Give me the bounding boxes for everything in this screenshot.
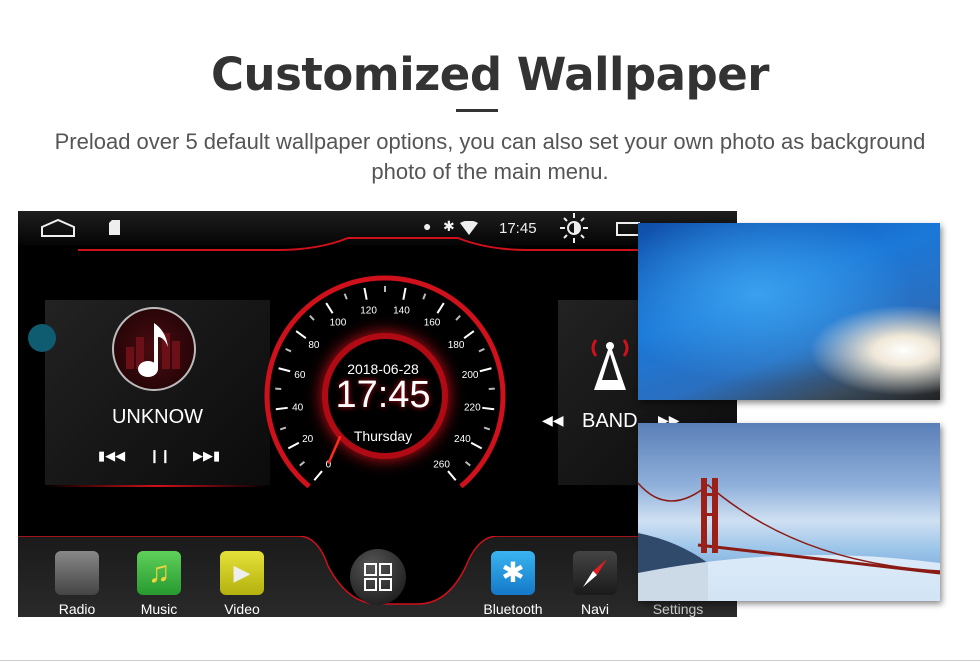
- app-label: Settings: [652, 601, 704, 617]
- page-title: Customized Wallpaper: [211, 48, 769, 101]
- gauge-label: 180: [448, 340, 465, 351]
- radio-icon: [55, 551, 99, 595]
- gauge-tick: [299, 460, 306, 467]
- app-label: Bluetooth: [483, 601, 543, 617]
- gauge-tick: [309, 314, 315, 321]
- gauge-tick: [325, 302, 334, 314]
- title-underline: [456, 109, 498, 112]
- seek-back-icon[interactable]: ◀◀: [542, 412, 564, 429]
- app-label: Radio: [58, 601, 96, 617]
- gauge-label: 80: [308, 340, 320, 351]
- clock-weekday: Thursday: [353, 428, 413, 444]
- gauge-tick: [313, 470, 323, 481]
- gauge-tick: [402, 287, 407, 300]
- gauge-tick: [464, 460, 471, 467]
- gauge-tick: [343, 293, 348, 300]
- gauge-label: 120: [360, 306, 377, 317]
- gauge-tick: [295, 330, 307, 339]
- app-navi[interactable]: Navi: [565, 551, 625, 617]
- bluetooth-app-icon: ✱: [491, 551, 535, 595]
- gauge-label: 200: [462, 370, 479, 381]
- gauge-tick: [463, 330, 475, 339]
- app-label: Video: [224, 601, 260, 617]
- app-music[interactable]: ♫ Music: [129, 551, 189, 617]
- compass-icon: [573, 551, 617, 595]
- track-title: UNKNOW: [111, 406, 204, 428]
- app-label: Navi: [580, 601, 609, 617]
- location-icon: ●: [423, 218, 432, 234]
- gauge-tick: [482, 406, 495, 411]
- app-label: Music: [140, 601, 178, 617]
- head-unit-screen: ● ✱ 17:45 UNKNOW ▮◀◀ ❙❙ ▶▶▮ ◀◀ BAND ▶▶ 0…: [18, 211, 737, 617]
- app-video[interactable]: ▶ Video: [212, 551, 272, 617]
- bottom-divider: [0, 660, 980, 661]
- gauge-label: 100: [330, 318, 347, 329]
- gauge-tick: [479, 367, 492, 373]
- wallpaper-ice-cave[interactable]: [638, 223, 940, 400]
- wallpaper-golden-gate[interactable]: [638, 423, 940, 601]
- gauge-tick: [436, 302, 445, 314]
- all-apps-button[interactable]: [350, 549, 406, 605]
- grid-icon: [364, 563, 392, 591]
- gauge-tick: [447, 470, 457, 481]
- subtitle-line-2: photo of the main menu.: [371, 159, 609, 184]
- home-icon[interactable]: [40, 218, 76, 238]
- next-icon[interactable]: ▶▶▮: [193, 448, 220, 464]
- gauge-tick: [470, 441, 483, 450]
- music-accent-line: [45, 485, 270, 487]
- gauge-label: 60: [294, 370, 306, 381]
- previous-icon[interactable]: ▮◀◀: [98, 448, 125, 464]
- gauge-tick: [455, 314, 461, 321]
- gauge-tick: [278, 367, 291, 373]
- side-dot[interactable]: [28, 324, 56, 352]
- subtitle-line-1: Preload over 5 default wallpaper options…: [54, 129, 926, 154]
- gauge-label: 220: [464, 403, 481, 414]
- gauge-label: 20: [302, 434, 314, 445]
- gauge-tick: [478, 347, 485, 353]
- gauge-label: 240: [454, 434, 471, 445]
- subtitle: Preload over 5 default wallpaper options…: [0, 127, 980, 187]
- music-widget[interactable]: UNKNOW ▮◀◀ ❙❙ ▶▶▮: [45, 300, 270, 485]
- gauge-tick: [287, 441, 300, 450]
- music-album-icon: [112, 307, 196, 391]
- gauge-tick: [279, 426, 287, 431]
- radio-tower-icon: [591, 339, 629, 390]
- gauge-label: 140: [393, 306, 410, 317]
- radio-band: BAND: [582, 410, 638, 432]
- video-icon: ▶: [220, 551, 264, 595]
- gauge-tick: [275, 406, 288, 411]
- status-accent-line: [78, 237, 728, 251]
- app-radio[interactable]: Radio: [47, 551, 107, 617]
- music-icon: ♫: [137, 551, 181, 595]
- pause-icon[interactable]: ❙❙: [149, 448, 171, 464]
- app-bluetooth[interactable]: ✱ Bluetooth: [483, 551, 543, 617]
- gauge-tick: [483, 426, 491, 431]
- gauge-label: 160: [424, 318, 441, 329]
- gauge-tick: [363, 287, 368, 300]
- gauge-tick: [285, 347, 292, 353]
- clock-time: 17:45: [335, 374, 431, 416]
- gauge-label: 260: [433, 459, 450, 470]
- gauge-label: 40: [292, 403, 304, 414]
- gauge-tick: [422, 293, 427, 300]
